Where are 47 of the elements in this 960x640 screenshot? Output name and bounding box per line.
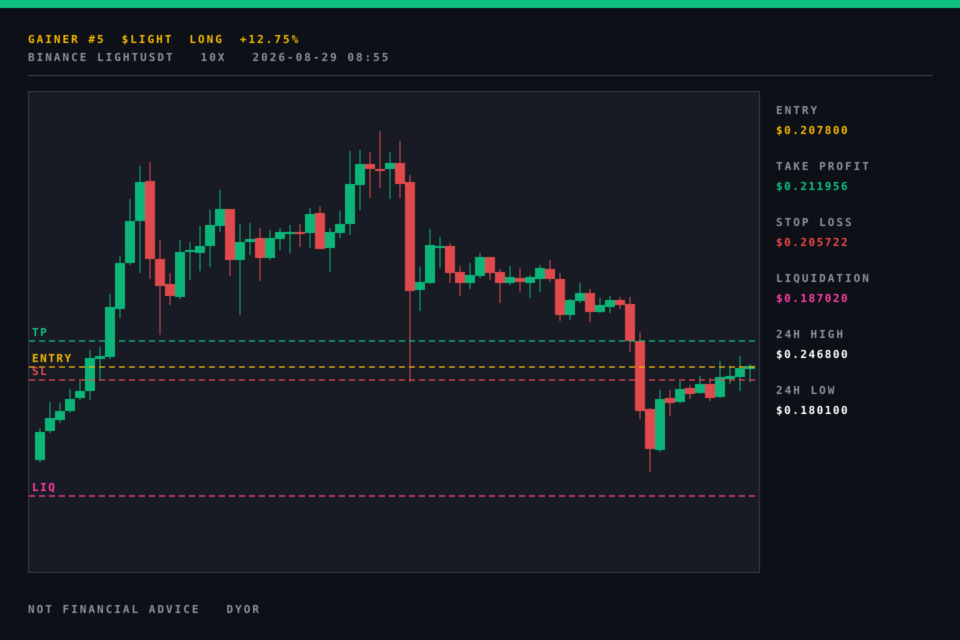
candlestick [115,256,125,318]
price-level-label: TP [32,326,48,339]
candlestick [385,152,395,200]
candlestick [315,206,325,250]
candlestick [195,226,205,272]
title-text: +12.75% [240,32,300,48]
stat-value: $0.205722 [776,235,850,251]
title-text: GAINER #5 [28,32,106,48]
stat-value: $0.207800 [776,123,850,139]
candlestick [445,242,455,284]
price-level-label: LIQ [32,481,56,494]
title-text: LONG [189,32,224,48]
candlestick [285,224,295,254]
candlestick [375,130,385,188]
subtitle-text: 2026-08-29 08:55 [252,50,390,66]
candlestick [355,150,365,210]
candlestick [475,252,485,278]
stat-label: TAKE PROFIT [776,159,871,175]
stat-label: STOP LOSS [776,215,855,231]
candlestick [695,376,705,394]
candlestick [535,264,545,292]
stat-label: ENTRY [776,103,820,119]
stat-label: 24H LOW [776,383,838,399]
price-level-label: ENTRY [32,352,73,365]
candlestick [645,408,655,472]
candlestick [605,296,615,314]
stat-value: $0.180100 [776,403,850,419]
price-level-label: SL [32,365,48,378]
candlestick [205,210,215,268]
disclaimer-text: DYOR [226,603,261,616]
stat-label: LIQUIDATION [776,271,871,287]
stat-label: 24H HIGH [776,327,846,343]
candlestick [365,152,375,198]
candlestick [275,228,285,250]
candlestick [35,428,45,462]
subtitle-text: 10X [200,50,226,66]
candlestick [65,388,75,414]
stat-value: $0.246800 [776,347,850,363]
candlestick [455,266,465,296]
subtitle-text: BINANCE LIGHTUSDT [28,50,175,66]
candlestick [465,262,475,290]
candlestick [515,268,525,292]
disclaimer-text: NOT FINANCIAL ADVICE [28,603,200,616]
title-text: $LIGHT [122,32,174,48]
candlestick [525,274,535,298]
stat-value: $0.187020 [776,291,850,307]
stat-value: $0.211956 [776,179,850,195]
